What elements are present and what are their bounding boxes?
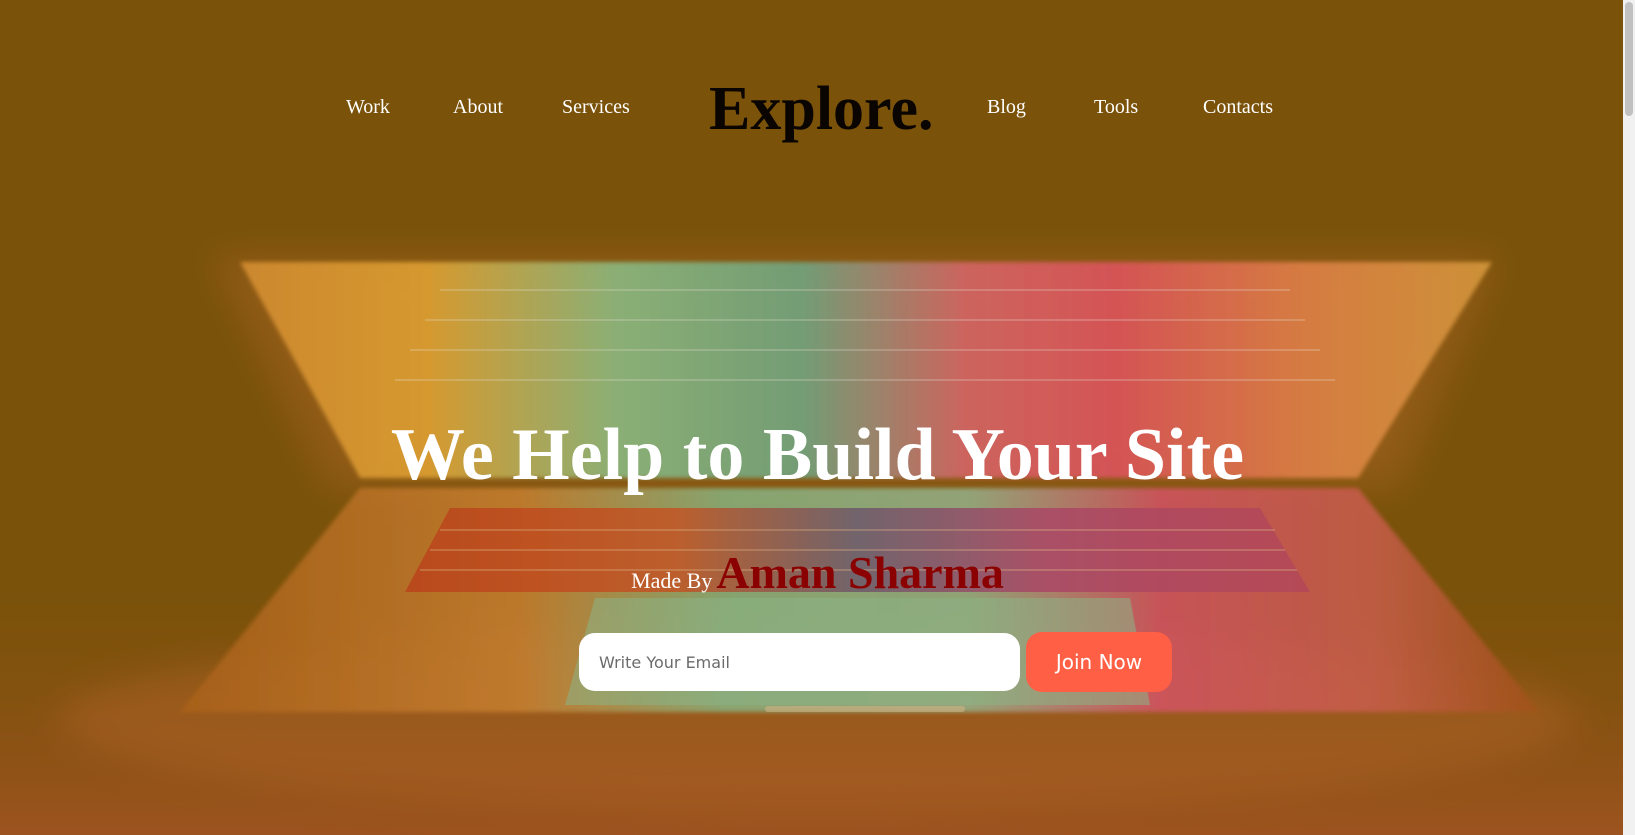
nav-link-services[interactable]: Services (562, 94, 630, 120)
nav-link-tools[interactable]: Tools (1094, 94, 1138, 120)
author-name: Aman Sharma (716, 547, 1004, 598)
made-by-label: Made By (631, 568, 713, 593)
made-by-credit: Made By Aman Sharma (0, 546, 1635, 599)
top-navigation: Work About Services Explore. Blog Tools … (0, 0, 1635, 215)
join-now-button[interactable]: Join Now (1026, 632, 1172, 692)
brand-logo-text[interactable]: Explore. (709, 74, 933, 144)
nav-link-contacts[interactable]: Contacts (1203, 94, 1273, 120)
email-input[interactable] (579, 633, 1020, 691)
page-scrollbar[interactable] (1623, 0, 1635, 835)
scrollbar-thumb[interactable] (1625, 2, 1633, 116)
nav-link-about[interactable]: About (453, 94, 503, 120)
nav-link-work[interactable]: Work (346, 94, 390, 120)
nav-link-blog[interactable]: Blog (987, 94, 1026, 120)
hero-headline: We Help to Build Your Site (390, 414, 1245, 496)
newsletter-signup-form: Join Now (579, 632, 1179, 694)
